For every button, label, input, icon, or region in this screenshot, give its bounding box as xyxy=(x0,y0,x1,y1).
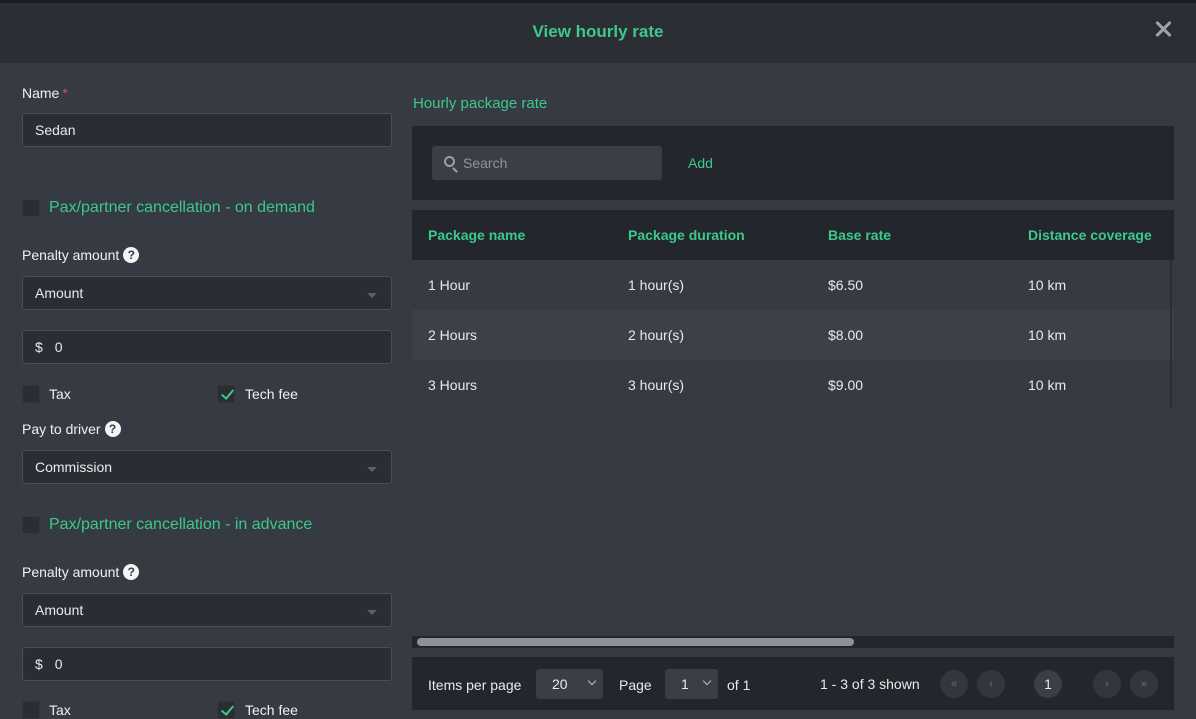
first-page-button[interactable]: « xyxy=(940,670,968,698)
cell-package-duration: 1 hour(s) xyxy=(628,277,685,293)
pay-to-driver-select[interactable]: Commission xyxy=(22,450,392,484)
cell-base-rate: $9.00 xyxy=(828,377,864,393)
chevron-down-icon xyxy=(587,676,597,686)
dialog-title: View hourly rate xyxy=(532,22,664,41)
cell-package-name: 2 Hours xyxy=(428,327,478,343)
required-mark: * xyxy=(62,85,68,101)
tech-fee-label: Tech fee xyxy=(245,386,298,402)
next-page-button[interactable]: › xyxy=(1093,670,1121,698)
cell-package-name: 3 Hours xyxy=(428,377,478,393)
column-header-package-name[interactable]: Package name xyxy=(428,227,525,243)
page-number-button[interactable]: 1 xyxy=(1034,670,1062,698)
column-divider xyxy=(1170,260,1172,408)
cell-package-name: 1 Hour xyxy=(428,277,471,293)
prev-page-button[interactable]: ‹ xyxy=(977,670,1005,698)
penalty-amount-label-text: Penalty amount xyxy=(22,564,120,580)
in-advance-checkbox[interactable] xyxy=(22,516,40,534)
column-header-base-rate[interactable]: Base rate xyxy=(828,227,891,243)
page-total-label: of 1 xyxy=(727,677,751,693)
caret-down-icon xyxy=(367,467,377,472)
add-button[interactable]: Add xyxy=(688,155,713,171)
penalty-amount-value: 0 xyxy=(54,339,63,355)
penalty-amount-label-text: Penalty amount xyxy=(22,247,120,263)
column-header-distance-coverage[interactable]: Distance coverage xyxy=(1028,227,1152,243)
items-per-page-value: 20 xyxy=(552,676,568,692)
package-table: Package name Package duration Base rate … xyxy=(412,210,1174,410)
items-per-page-label: Items per page xyxy=(428,677,522,693)
check-icon xyxy=(220,386,235,400)
items-per-page-select[interactable]: 20 xyxy=(536,669,603,699)
search-icon xyxy=(444,156,455,167)
cell-base-rate: $6.50 xyxy=(828,277,864,293)
search-input[interactable]: Search xyxy=(432,146,662,180)
chevron-down-icon xyxy=(702,676,712,686)
tax-label: Tax xyxy=(49,386,71,402)
pay-to-driver-label: Pay to driver? xyxy=(22,421,121,437)
close-icon[interactable] xyxy=(1152,18,1174,40)
on-demand-section-title: Pax/partner cancellation - on demand xyxy=(49,199,315,216)
caret-down-icon xyxy=(367,610,377,615)
last-page-button[interactable]: » xyxy=(1130,670,1158,698)
tech-fee-checkbox[interactable] xyxy=(217,385,235,403)
tax-label: Tax xyxy=(49,702,71,718)
help-icon[interactable]: ? xyxy=(104,421,121,437)
cell-base-rate: $8.00 xyxy=(828,327,864,343)
in-advance-section-title: Pax/partner cancellation - in advance xyxy=(49,516,313,533)
name-label: Name * xyxy=(22,85,68,101)
pay-to-driver-label-text: Pay to driver xyxy=(22,421,101,437)
column-header-package-duration[interactable]: Package duration xyxy=(628,227,745,243)
cell-distance-coverage: 10 km xyxy=(1028,327,1067,343)
penalty-amount-label: Penalty amount? xyxy=(22,247,140,263)
currency-symbol: $ xyxy=(35,656,43,672)
tax-checkbox[interactable] xyxy=(22,385,40,403)
help-icon[interactable]: ? xyxy=(123,247,140,263)
penalty-amount-input[interactable]: $0 xyxy=(22,647,392,681)
on-demand-checkbox[interactable] xyxy=(22,199,40,217)
table-row[interactable]: 2 Hours 2 hour(s) $8.00 10 km xyxy=(412,310,1174,360)
table-row[interactable]: 3 Hours 3 hour(s) $9.00 10 km xyxy=(412,360,1174,410)
page-select[interactable]: 1 xyxy=(665,669,718,699)
tech-fee-checkbox[interactable] xyxy=(217,701,235,719)
pagination-bar: Items per page 20 Page 1 of 1 1 - 3 of 3… xyxy=(412,657,1174,710)
penalty-amount-label: Penalty amount? xyxy=(22,564,140,580)
penalty-amount-value: 0 xyxy=(54,656,63,672)
dialog-header: View hourly rate xyxy=(0,3,1196,63)
penalty-amount-input[interactable]: $0 xyxy=(22,330,392,364)
penalty-type-value: Amount xyxy=(35,602,84,618)
page-label: Page xyxy=(619,677,652,693)
tax-checkbox[interactable] xyxy=(22,701,40,719)
shown-count: 1 - 3 of 3 shown xyxy=(820,676,920,692)
view-hourly-rate-dialog: View hourly rate Name * Sedan Pax/partner… xyxy=(0,0,1196,719)
cell-package-duration: 2 hour(s) xyxy=(628,327,685,343)
hourly-package-rate-title: Hourly package rate xyxy=(413,95,548,112)
page-select-value: 1 xyxy=(681,676,689,692)
currency-symbol: $ xyxy=(35,339,43,355)
penalty-type-select[interactable]: Amount xyxy=(22,276,392,310)
scrollbar-thumb[interactable] xyxy=(417,638,854,646)
penalty-type-select[interactable]: Amount xyxy=(22,593,392,627)
penalty-type-value: Amount xyxy=(35,285,84,301)
cell-package-duration: 3 hour(s) xyxy=(628,377,685,393)
name-input[interactable]: Sedan xyxy=(22,113,392,147)
table-row[interactable]: 1 Hour 1 hour(s) $6.50 10 km xyxy=(412,260,1174,310)
pay-to-driver-value: Commission xyxy=(35,459,113,475)
help-icon[interactable]: ? xyxy=(123,564,140,580)
horizontal-scrollbar[interactable] xyxy=(412,636,1174,648)
search-placeholder: Search xyxy=(463,155,508,171)
table-toolbar: Search Add xyxy=(412,126,1174,200)
caret-down-icon xyxy=(367,293,377,298)
tech-fee-label: Tech fee xyxy=(245,702,298,718)
name-label-text: Name xyxy=(22,85,60,101)
cell-distance-coverage: 10 km xyxy=(1028,277,1067,293)
check-icon xyxy=(220,702,235,716)
cell-distance-coverage: 10 km xyxy=(1028,377,1067,393)
table-header: Package name Package duration Base rate … xyxy=(412,210,1174,260)
